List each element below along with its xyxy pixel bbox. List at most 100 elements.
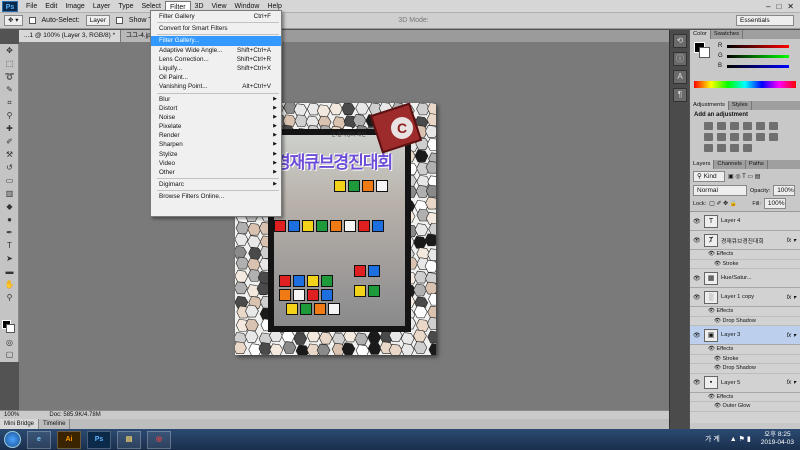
layer-effect-row[interactable]: 👁 Effects <box>690 393 800 402</box>
filter-menu-item[interactable]: Pixelate ▶ <box>151 122 281 131</box>
filter-menu-item[interactable]: Noise ▶ <box>151 113 281 122</box>
layer-name[interactable]: Layer 4 <box>721 218 740 224</box>
paths-tab[interactable]: Paths <box>746 160 768 169</box>
gradient-tool-icon[interactable]: ▥ <box>2 188 17 200</box>
history-panel-icon[interactable]: ⟲ <box>673 34 687 48</box>
eyedropper-tool-icon[interactable]: ⚲ <box>2 110 17 122</box>
layer-row[interactable]: 👁 T Layer 4 <box>690 212 800 231</box>
filter-menu-item[interactable]: Filter Gallery Ctrl+F <box>151 12 281 21</box>
crop-tool-icon[interactable]: ⌗ <box>2 97 17 109</box>
layer-row[interactable]: 👁 ▦ Hue/Satur... <box>690 269 800 288</box>
filter-menu-item[interactable]: Video ▶ <box>151 159 281 168</box>
filter-menu-item[interactable]: Distort ▶ <box>151 104 281 113</box>
zoom-level[interactable]: 100% <box>4 411 19 419</box>
auto-select-checkbox[interactable] <box>28 17 36 24</box>
visibility-eye-icon[interactable]: 👁 <box>693 237 701 244</box>
menu-type[interactable]: Type <box>114 1 137 12</box>
layer-name[interactable]: 경재큐브경진대회 <box>721 236 764 245</box>
layer-effect-row[interactable]: 👁 Effects <box>690 250 800 260</box>
effect-eye-icon[interactable]: 👁 <box>714 365 723 371</box>
effect-eye-icon[interactable]: 👁 <box>708 394 717 400</box>
blue-slider[interactable]: B <box>690 61 800 71</box>
blue-bar[interactable] <box>727 64 789 68</box>
filter-menu-item[interactable]: Browse Filters Online... <box>151 192 281 201</box>
eraser-tool-icon[interactable]: ▭ <box>2 175 17 187</box>
quick-select-tool-icon[interactable]: ✎ <box>2 84 17 96</box>
start-button[interactable] <box>4 431 21 448</box>
adjustment-icon[interactable] <box>756 133 765 141</box>
maximize-button[interactable]: □ <box>776 2 781 11</box>
color-bg-swatch[interactable] <box>699 47 710 58</box>
blend-mode-dropdown[interactable]: Normal <box>693 185 747 196</box>
filter-menu-item[interactable]: Other ▶ <box>151 168 281 177</box>
effect-eye-icon[interactable]: 👁 <box>714 261 723 267</box>
adjustment-icon[interactable] <box>730 122 739 130</box>
pen-tool-icon[interactable]: ✒ <box>2 227 17 239</box>
menu-file[interactable]: File <box>22 1 41 12</box>
layer-row[interactable]: 👁 ▪ Layer 5 fx ▾ <box>690 374 800 393</box>
layer-name[interactable]: Layer 5 <box>721 380 740 386</box>
fx-icon[interactable]: fx ▾ <box>787 294 796 301</box>
opacity-field[interactable]: 100% <box>773 185 796 196</box>
layer-kind-filter[interactable]: ⚲ Kind <box>693 171 725 182</box>
effect-eye-icon[interactable]: 👁 <box>708 346 717 352</box>
effect-eye-icon[interactable]: 👁 <box>714 403 723 409</box>
stamp-tool-icon[interactable]: ⚒ <box>2 149 17 161</box>
properties-panel-icon[interactable]: ⓘ <box>673 52 687 66</box>
path-select-icon[interactable]: ➤ <box>2 253 17 265</box>
ie-taskbar-icon[interactable]: e <box>27 430 51 449</box>
visibility-eye-icon[interactable]: 👁 <box>693 379 701 386</box>
visibility-eye-icon[interactable]: 👁 <box>693 218 701 225</box>
layer-effect-row[interactable]: 👁 Outer Glow <box>690 402 800 412</box>
tool-preset-picker[interactable]: ✥ ▾ <box>4 15 23 26</box>
color-spectrum[interactable] <box>694 81 796 88</box>
chrome-taskbar-icon[interactable]: ◎ <box>147 430 171 449</box>
filter-menu-item[interactable]: Liquify... Shift+Ctrl+X <box>151 64 281 73</box>
timeline-tab[interactable]: Timeline <box>39 419 71 429</box>
filter-menu-item[interactable]: Adaptive Wide Angle... Shift+Ctrl+A <box>151 46 281 55</box>
adjustment-icon[interactable] <box>717 122 726 130</box>
swatches-tab[interactable]: Swatches <box>711 30 743 39</box>
effect-eye-icon[interactable]: 👁 <box>714 356 723 362</box>
explorer-taskbar-icon[interactable]: ▤ <box>117 430 141 449</box>
marquee-tool-icon[interactable]: ⬚ <box>2 58 17 70</box>
visibility-eye-icon[interactable]: 👁 <box>693 294 701 301</box>
dodge-tool-icon[interactable]: ● <box>2 214 17 226</box>
visibility-eye-icon[interactable]: 👁 <box>693 332 701 339</box>
layer-effect-row[interactable]: 👁 Effects <box>690 345 800 355</box>
filter-menu-item[interactable]: Sharpen ▶ <box>151 140 281 149</box>
fx-icon[interactable]: fx ▾ <box>787 237 796 244</box>
doc-tab-active[interactable]: ...1 @ 100% (Layer 3, RGB/8) * <box>19 30 122 42</box>
effect-eye-icon[interactable]: 👁 <box>708 308 717 314</box>
filter-icons[interactable]: ▣ ◎ T ▭ ▤ <box>728 173 760 180</box>
screen-mode-icon[interactable]: ▢ <box>2 349 17 361</box>
clock[interactable]: 오후 8:25 2019-04-03 <box>761 431 794 447</box>
layer-row[interactable]: 👁 ░ Layer 1 copy fx ▾ <box>690 288 800 307</box>
adjustment-icon[interactable] <box>704 122 713 130</box>
fx-icon[interactable]: fx ▾ <box>787 379 796 386</box>
close-button[interactable]: ✕ <box>787 2 794 11</box>
filter-menu-item[interactable]: Stylize ▶ <box>151 150 281 159</box>
filter-menu-item[interactable]: Render ▶ <box>151 131 281 140</box>
lasso-tool-icon[interactable]: ➰ <box>2 71 17 83</box>
filter-menu-item[interactable]: Blur ▶ <box>151 95 281 104</box>
filter-menu-item[interactable]: Filter Gallery... <box>151 36 281 46</box>
adjustment-icon[interactable] <box>730 144 739 152</box>
effect-eye-icon[interactable]: 👁 <box>714 318 723 324</box>
adjustment-icon[interactable] <box>769 122 778 130</box>
healing-tool-icon[interactable]: ✚ <box>2 123 17 135</box>
menu-image[interactable]: Image <box>61 1 88 12</box>
channels-tab[interactable]: Channels <box>714 160 746 169</box>
move-tool-icon[interactable]: ✥ <box>2 45 17 57</box>
filter-menu-item[interactable]: Digimarc ▶ <box>151 180 281 189</box>
layer-row[interactable]: 👁 ▣ Layer 3 fx ▾ <box>690 326 800 345</box>
layer-effect-row[interactable]: 👁 Stroke <box>690 355 800 364</box>
minimize-button[interactable]: – <box>766 2 770 11</box>
red-bar[interactable] <box>727 44 789 48</box>
illustrator-taskbar-icon[interactable]: Ai <box>57 430 81 449</box>
photoshop-taskbar-icon[interactable]: Ps <box>87 430 111 449</box>
layer-name[interactable]: Hue/Satur... <box>721 275 752 281</box>
hand-tool-icon[interactable]: ✋ <box>2 279 17 291</box>
layers-tab[interactable]: Layers <box>690 160 715 169</box>
adjustment-icon[interactable] <box>743 144 752 152</box>
